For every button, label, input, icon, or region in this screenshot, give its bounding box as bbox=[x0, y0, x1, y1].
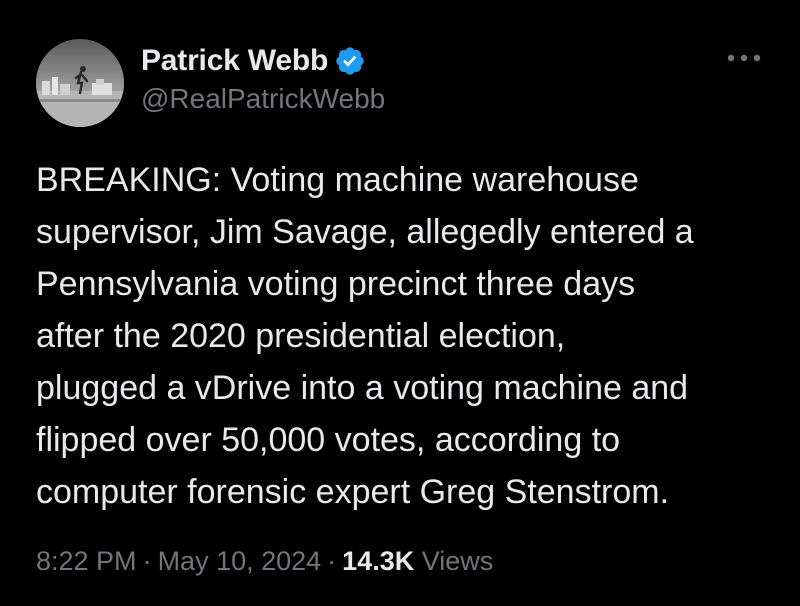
post-card: Patrick Webb @RealPatrickWebb BREAKING: … bbox=[0, 0, 800, 606]
views-label[interactable]: Views bbox=[422, 546, 494, 576]
avatar[interactable] bbox=[36, 39, 124, 127]
post-time[interactable]: 8:22 PM bbox=[36, 546, 137, 576]
author-display-name[interactable]: Patrick Webb bbox=[141, 44, 328, 78]
separator-dot: · bbox=[142, 546, 152, 576]
post-date[interactable]: May 10, 2024 bbox=[158, 546, 322, 576]
separator-dot: · bbox=[327, 546, 337, 576]
author-name-row: Patrick Webb bbox=[141, 40, 366, 82]
verified-badge-icon[interactable] bbox=[334, 45, 366, 77]
author-handle[interactable]: @RealPatrickWebb bbox=[141, 83, 385, 115]
post-text: BREAKING: Voting machine warehouse super… bbox=[36, 161, 694, 511]
post-metadata: 8:22 PM · May 10, 2024 · 14.3K Views bbox=[36, 546, 493, 577]
views-count[interactable]: 14.3K bbox=[342, 546, 414, 576]
more-options-icon[interactable] bbox=[724, 44, 764, 72]
